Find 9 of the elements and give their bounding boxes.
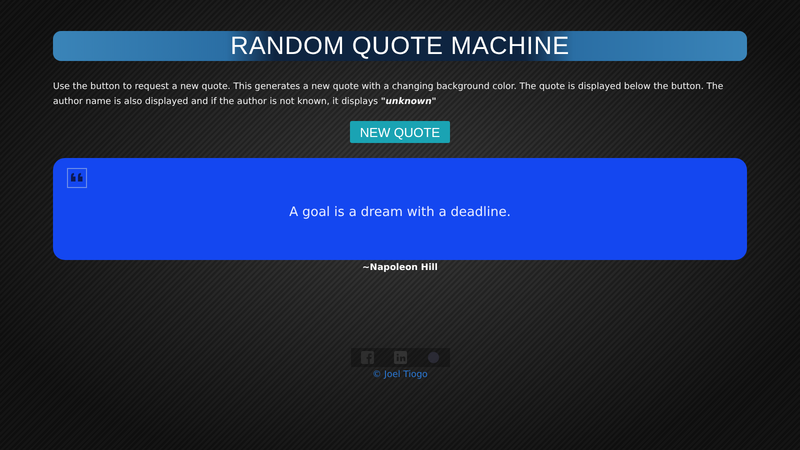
quote-author: ~Napoleon Hill — [361, 263, 439, 273]
linkedin-icon[interactable] — [394, 351, 406, 364]
quote-icon — [67, 168, 87, 188]
page-title: RANDOM QUOTE MACHINE — [230, 32, 570, 60]
copyright-link[interactable]: © Joel Tiogo — [372, 370, 428, 380]
facebook-icon[interactable] — [360, 351, 374, 364]
quote-text: A goal is a dream with a deadline. — [289, 205, 511, 220]
new-quote-button[interactable]: NEW QUOTE — [350, 121, 450, 143]
description-text: Use the button to request a new quote. This generates a new quote with a changing background color. The quote is displayed below the button. The author name is also displayed and if the author is not known, it displays "unknown" — [53, 81, 724, 109]
